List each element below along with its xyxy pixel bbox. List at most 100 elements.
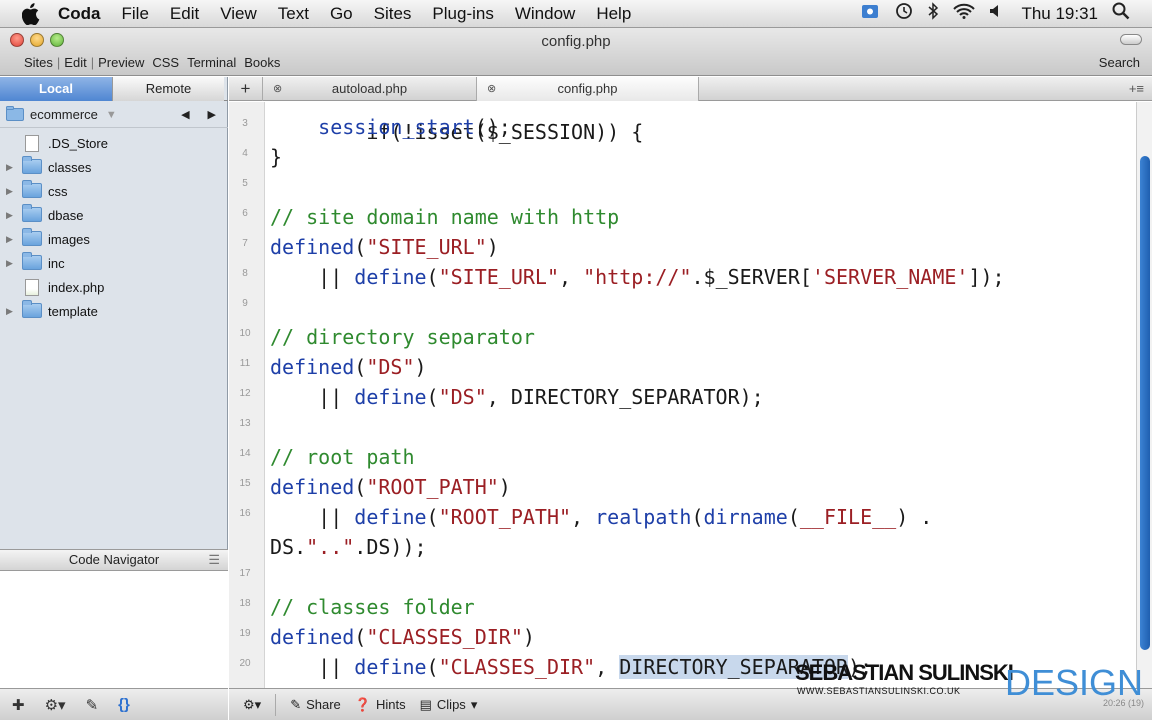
apple-icon[interactable] [21, 2, 44, 25]
folder-icon [22, 204, 42, 223]
wifi-icon[interactable] [953, 3, 976, 24]
gear-icon[interactable]: ⚙▾ [45, 696, 66, 714]
code-text: || define("CLASSES_DIR", DIRECTORY_SEPAR… [270, 655, 873, 679]
code-line: 17 [229, 562, 1129, 592]
toolbar-toggle-button[interactable] [1120, 34, 1142, 45]
time-machine-icon[interactable] [895, 2, 913, 25]
editor-settings-button[interactable]: ⚙▾ [243, 697, 261, 713]
disclosure-triangle-icon[interactable]: ▶ [6, 210, 16, 221]
local-tab[interactable]: Local [0, 77, 112, 101]
line-number: 19 [239, 628, 251, 639]
tab-terminal[interactable]: Terminal [183, 55, 240, 70]
file-icon [22, 135, 42, 152]
pen-icon[interactable]: ✎ [86, 696, 99, 714]
code-token: "SITE_URL" [366, 235, 487, 259]
menu-view[interactable]: View [220, 4, 257, 24]
site-folder-icon [6, 105, 24, 124]
code-token: "SITE_URL" [438, 265, 560, 289]
file-tree-item[interactable]: index.php [0, 275, 228, 299]
tab-overflow-menu-icon[interactable]: +≡ [1129, 77, 1144, 100]
php-file-icon [22, 279, 42, 296]
hints-button[interactable]: ❓ Hints [355, 697, 406, 713]
code-area[interactable]: if(!isset($_SESSION)) { 3 session_start(… [229, 102, 1129, 688]
tab-edit[interactable]: Edit [60, 55, 90, 70]
spotlight-search-icon[interactable] [1112, 2, 1130, 25]
file-sidebar: Local Remote ecommerce ▼ ◀ ▶ .DS_Store ▶… [0, 77, 228, 688]
sync-status-icon[interactable] [861, 2, 881, 25]
chevron-down-icon[interactable]: ▼ [106, 109, 117, 121]
menu-plugins[interactable]: Plug-ins [432, 4, 493, 24]
site-name[interactable]: ecommerce [30, 107, 98, 122]
menu-help[interactable]: Help [596, 4, 631, 24]
remote-tab[interactable]: Remote [112, 77, 224, 101]
line-number: 10 [239, 328, 251, 339]
forward-arrow-icon[interactable]: ▶ [208, 108, 216, 121]
document-tab-active[interactable]: ⊗ config.php [477, 77, 699, 101]
document-tab[interactable]: ⊗ autoload.php [263, 77, 477, 101]
share-button[interactable]: ✎ Share [290, 697, 341, 713]
menu-sites[interactable]: Sites [374, 4, 412, 24]
tab-css[interactable]: CSS [148, 55, 183, 70]
code-comment: // site domain name with http [270, 205, 620, 229]
tab-books[interactable]: Books [240, 55, 284, 70]
code-token: define [354, 505, 427, 529]
file-tree-item[interactable]: ▶ inc [0, 251, 228, 275]
tab-preview[interactable]: Preview [94, 55, 148, 70]
menu-file[interactable]: File [122, 4, 149, 24]
window-titlebar: config.php Sites | Edit | Preview CSS Term… [0, 28, 1152, 76]
disclosure-triangle-icon[interactable]: ▶ [6, 234, 16, 245]
braces-icon[interactable]: {} [118, 696, 130, 713]
code-token: "CLASSES_DIR" [438, 655, 596, 679]
line-number: 7 [242, 238, 248, 249]
disclosure-triangle-icon[interactable]: ▶ [6, 162, 16, 173]
menu-go[interactable]: Go [330, 4, 353, 24]
back-arrow-icon[interactable]: ◀ [181, 108, 189, 121]
clips-icon: ▤ [419, 696, 432, 712]
menu-edit[interactable]: Edit [170, 4, 199, 24]
code-line: 8 || define("SITE_URL", "http://".$_SERV… [229, 262, 1129, 292]
scrollbar-thumb[interactable] [1140, 156, 1150, 650]
disclosure-triangle-icon[interactable]: ▶ [6, 306, 16, 317]
code-token: define [354, 265, 427, 289]
disclosure-triangle-icon[interactable]: ▶ [6, 258, 16, 269]
file-tree-item[interactable]: ▶ css [0, 179, 228, 203]
bluetooth-icon[interactable] [927, 2, 939, 25]
code-text: defined("ROOT_PATH") [270, 475, 511, 499]
volume-icon[interactable] [989, 3, 1003, 24]
code-token: ".." [306, 535, 355, 559]
vertical-scrollbar[interactable] [1136, 102, 1152, 688]
file-tree-item[interactable]: ▶ dbase [0, 203, 228, 227]
code-line: DS."..".DS)); [229, 532, 1129, 562]
search-button[interactable]: Search [1099, 55, 1140, 70]
line-number: 14 [239, 448, 251, 459]
code-line: 18 // classes folder [229, 592, 1129, 622]
code-navigator-header[interactable]: Code Navigator ☰ [0, 549, 228, 571]
line-number: 11 [239, 358, 251, 369]
site-selector[interactable]: ecommerce ▼ ◀ ▶ [0, 102, 228, 128]
file-tree-item[interactable]: ▶ template [0, 299, 228, 323]
file-tree-item[interactable]: ▶ images [0, 227, 228, 251]
tab-sites[interactable]: Sites [20, 55, 57, 70]
document-tab-bar: + ⊗ autoload.php ⊗ config.php +≡ [229, 77, 1152, 101]
menu-window[interactable]: Window [515, 4, 575, 24]
menubar-clock[interactable]: Thu 19:31 [1021, 4, 1098, 24]
line-number: 4 [242, 148, 248, 159]
clips-button[interactable]: ▤ Clips ▾ [420, 697, 478, 713]
code-line: 11 defined("DS") [229, 352, 1129, 382]
disclosure-triangle-icon[interactable]: ▶ [6, 186, 16, 197]
menu-text[interactable]: Text [278, 4, 309, 24]
code-editor[interactable]: if(!isset($_SESSION)) { 3 session_start(… [229, 102, 1152, 688]
menu-app-coda[interactable]: Coda [58, 4, 101, 24]
code-line: 10 // directory separator [229, 322, 1129, 352]
new-tab-button[interactable]: + [229, 77, 263, 101]
file-tree-item[interactable]: ▶ classes [0, 155, 228, 179]
local-remote-switch: Local Remote [0, 77, 228, 101]
list-menu-icon[interactable]: ☰ [208, 550, 220, 570]
file-tree-item[interactable]: .DS_Store [0, 131, 228, 155]
line-number: 6 [242, 208, 248, 219]
code-token: "ROOT_PATH" [366, 475, 499, 499]
code-token: "CLASSES_DIR" [366, 625, 523, 649]
add-icon[interactable]: ✚ [12, 696, 25, 714]
code-line: 12 || define("DS", DIRECTORY_SEPARATOR); [229, 382, 1129, 412]
sidebar-action-bar: ✚ ⚙▾ ✎ {} [0, 688, 228, 720]
